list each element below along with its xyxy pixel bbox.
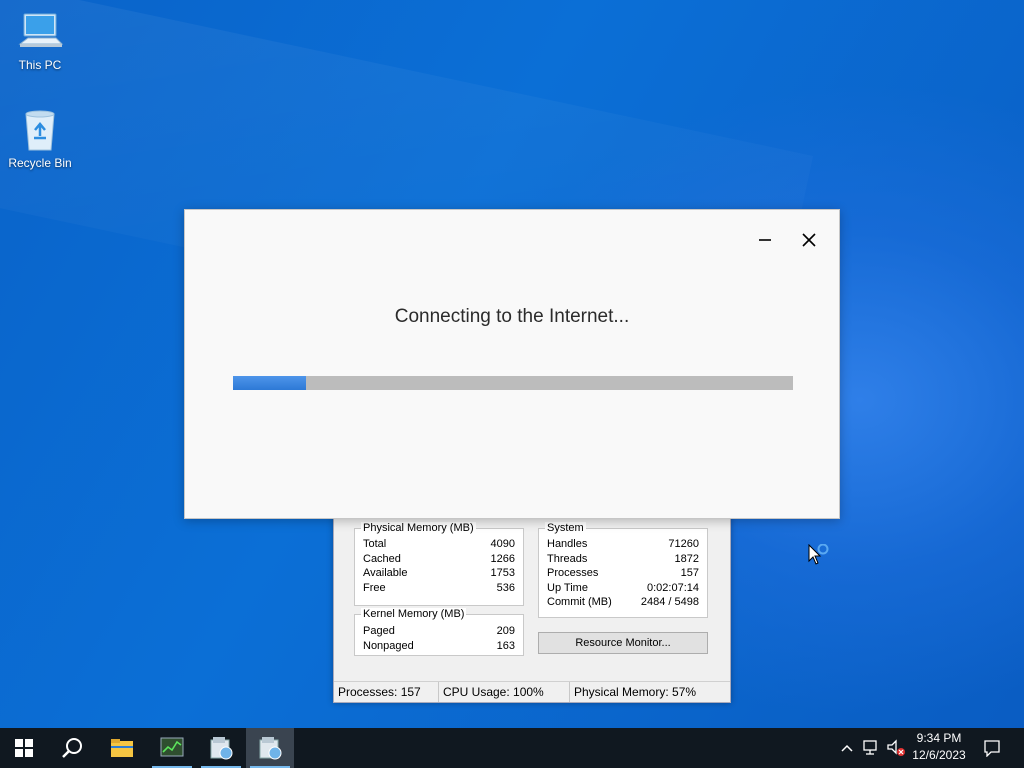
physical-memory-group: Physical Memory (MB) Total 4090 Cached 126… xyxy=(354,522,524,606)
status-bar: Processes: 157 CPU Usage: 100% Physical … xyxy=(334,681,730,702)
group-title: Kernel Memory (MB) xyxy=(361,608,467,620)
status-cpu: CPU Usage: 100% xyxy=(439,682,570,702)
progress-bar xyxy=(233,376,793,390)
desktop-icon-recycle-bin[interactable]: Recycle Bin xyxy=(0,106,80,170)
network-icon xyxy=(863,740,877,755)
stat-row: Nonpaged 163 xyxy=(363,640,515,652)
stat-row: Free 536 xyxy=(363,582,515,594)
start-icon xyxy=(15,739,33,757)
notification-icon xyxy=(984,740,1000,757)
taskbar: 9:34 PM 12/6/2023 xyxy=(0,728,1024,768)
connecting-dialog: Connecting to the Internet... xyxy=(184,209,840,519)
setup-icon xyxy=(259,737,282,760)
desktop-icon-this-pc[interactable]: This PC xyxy=(0,8,80,72)
close-button[interactable] xyxy=(793,226,825,254)
taskbar-file-explorer[interactable] xyxy=(98,728,146,768)
search-button[interactable] xyxy=(48,728,96,768)
computer-icon xyxy=(16,8,64,56)
recycle-bin-icon xyxy=(16,106,64,154)
desktop-icon-label: Recycle Bin xyxy=(8,156,72,170)
chevron-up-icon xyxy=(841,744,853,752)
network-button[interactable] xyxy=(860,728,884,768)
dialog-message: Connecting to the Internet... xyxy=(394,306,630,327)
stat-row: Commit (MB) 2484 / 5498 xyxy=(547,596,699,608)
group-title: Physical Memory (MB) xyxy=(361,522,476,534)
stat-row: Processes 157 xyxy=(547,567,699,579)
file-explorer-icon xyxy=(111,739,133,757)
stat-row: Paged 209 xyxy=(363,625,515,637)
notifications-button[interactable] xyxy=(978,728,1006,768)
desktop-icon-label: This PC xyxy=(18,58,62,72)
taskbar-task-manager[interactable] xyxy=(148,728,196,768)
task-manager-icon xyxy=(160,737,184,757)
taskbar-setup-1[interactable] xyxy=(197,728,245,768)
group-title: System xyxy=(545,522,586,534)
resource-monitor-button[interactable]: Resource Monitor... xyxy=(538,632,708,654)
kernel-memory-group: Kernel Memory (MB) Paged 209 Nonpaged 163 xyxy=(354,608,524,656)
setup-icon xyxy=(210,737,233,760)
minimize-icon xyxy=(759,239,771,241)
minimize-button[interactable] xyxy=(749,226,781,254)
system-group: System Handles 71260 Threads 1872 Processe… xyxy=(538,522,708,618)
search-icon xyxy=(62,738,82,758)
stat-row: Total 4090 xyxy=(363,538,515,550)
stat-row: Cached 1266 xyxy=(363,553,515,565)
task-manager-window: Physical Memory (MB) Total 4090 Cached 126… xyxy=(333,509,731,703)
show-hidden-icons-button[interactable] xyxy=(836,728,858,768)
close-icon xyxy=(802,233,816,247)
start-button[interactable] xyxy=(0,728,48,768)
clock-date: 12/6/2023 xyxy=(912,748,966,762)
progress-fill xyxy=(233,376,306,390)
stat-row: Threads 1872 xyxy=(547,553,699,565)
status-memory: Physical Memory: 57% xyxy=(574,685,697,699)
clock[interactable]: 9:34 PM 12/6/2023 xyxy=(904,730,974,764)
volume-muted-icon xyxy=(887,739,905,756)
taskbar-setup-2[interactable] xyxy=(246,728,294,768)
clock-time: 9:34 PM xyxy=(916,731,962,745)
status-processes: Processes: 157 xyxy=(334,682,439,702)
stat-row: Up Time 0:02:07:14 xyxy=(547,582,699,594)
stat-row: Available 1753 xyxy=(363,567,515,579)
stat-row: Handles 71260 xyxy=(547,538,699,550)
busy-cursor-icon xyxy=(808,543,832,574)
